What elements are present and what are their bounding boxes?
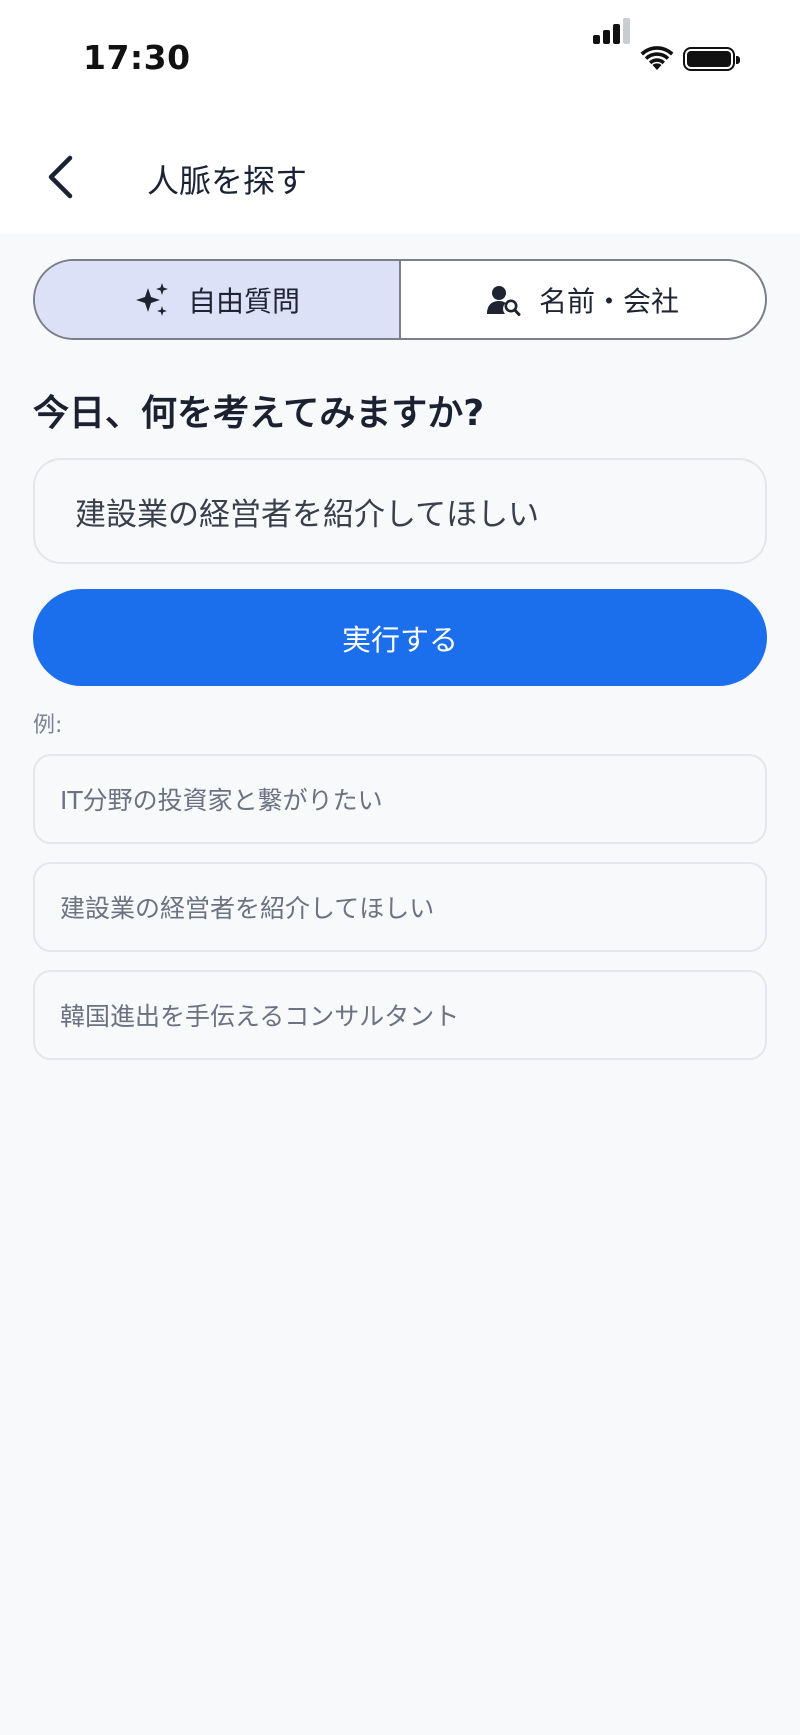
wifi-icon [640,46,674,70]
tab-free-question[interactable]: 自由質問 [35,261,401,338]
person-search-icon [486,285,521,316]
top-bar: 17:30 人脈を探す [0,0,800,234]
page-title: 人脈を探す [147,162,308,200]
query-input-value: 建設業の経営者を紹介してほしい [75,496,540,533]
example-item[interactable]: IT分野の投資家と繋がりたい [33,754,767,844]
question-heading: 今日、何を考えてみますか? [33,393,485,434]
examples-label: 例: [33,713,63,738]
example-item-label: 韓国進出を手伝えるコンサルタント [60,1002,460,1031]
example-item[interactable]: 建設業の経営者を紹介してほしい [33,862,767,952]
run-button[interactable]: 実行する [33,589,767,686]
chevron-left-icon [48,155,73,199]
sparkles-icon [135,282,168,316]
tab-name-company-label: 名前・会社 [538,284,679,318]
example-item-label: 建設業の経営者を紹介してほしい [60,894,435,923]
battery-icon [683,47,740,71]
status-icons [593,18,743,74]
status-time: 17:30 [83,38,191,77]
mode-segmented-control: 自由質問 名前・会社 [33,259,767,340]
example-item[interactable]: 韓国進出を手伝えるコンサルタント [33,970,767,1060]
query-input[interactable]: 建設業の経営者を紹介してほしい [33,458,767,564]
back-button[interactable] [36,150,84,204]
run-button-label: 実行する [341,622,458,657]
tab-name-company[interactable]: 名前・会社 [401,261,765,338]
example-item-label: IT分野の投資家と繋がりたい [60,786,383,815]
tab-free-question-label: 自由質問 [187,284,300,318]
